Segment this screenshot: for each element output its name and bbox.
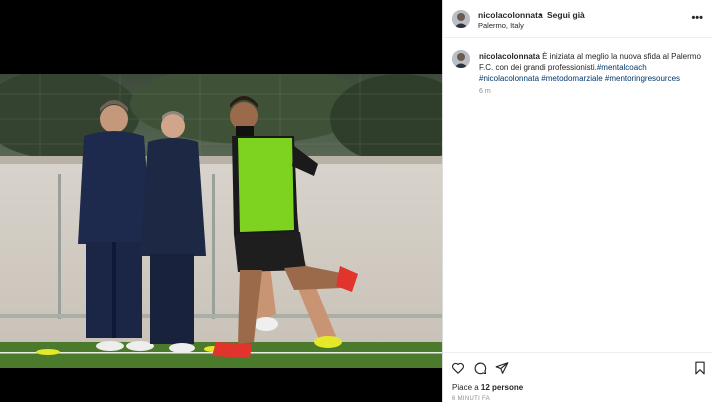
post-media[interactable] [0, 0, 442, 402]
caption-time: 6 m [479, 88, 491, 95]
avatar[interactable] [452, 10, 470, 28]
post-caption: nicolacolonnata È iniziata al meglio la … [479, 51, 705, 84]
post-header: nicolacolonnata • Segui già Palermo, Ita… [443, 0, 712, 38]
username[interactable]: nicolacolonnata [478, 10, 543, 20]
hashtag-link[interactable]: #metodomarziale [541, 74, 602, 83]
likes-count[interactable]: Piace a 12 persone [452, 383, 523, 392]
more-horizontal-icon[interactable]: ••• [691, 12, 703, 24]
share-icon[interactable] [495, 361, 509, 375]
training-photo [0, 74, 442, 368]
location-link[interactable]: Palermo, Italy [478, 21, 524, 30]
following-button[interactable]: Segui già [547, 10, 585, 20]
posted-time: 6 MINUTI FA [452, 396, 490, 402]
caption-username[interactable]: nicolacolonnata [479, 52, 540, 61]
separator-dot: • [539, 9, 542, 19]
caption-avatar[interactable] [452, 50, 470, 68]
hashtag-link[interactable]: #nicolacolonnata [479, 74, 539, 83]
action-bar: Piace a 12 persone 6 MINUTI FA [443, 352, 712, 402]
instagram-post-viewer: nicolacolonnata • Segui già Palermo, Ita… [0, 0, 712, 402]
bookmark-icon[interactable] [693, 361, 707, 375]
comment-icon[interactable] [473, 361, 487, 375]
post-panel: nicolacolonnata • Segui già Palermo, Ita… [442, 0, 712, 402]
hashtag-link[interactable]: #mentoringresources [605, 74, 680, 83]
hashtag-link[interactable]: #mentalcoach [597, 63, 647, 72]
likes-prefix: Piace a [452, 383, 479, 392]
likes-people[interactable]: 12 persone [481, 383, 523, 392]
heart-icon[interactable] [451, 361, 465, 375]
